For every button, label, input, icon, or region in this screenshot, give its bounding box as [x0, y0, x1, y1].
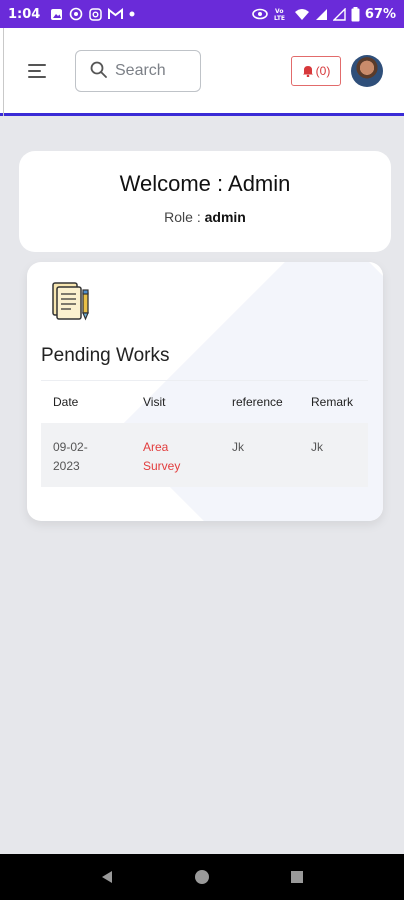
battery-percent: 67% — [364, 6, 396, 22]
menu-icon-line — [28, 70, 41, 72]
app-header: Search (0) — [0, 28, 404, 116]
home-icon — [194, 870, 209, 884]
table-header: Date Visit reference Remark — [41, 380, 368, 423]
welcome-title: Welcome : Admin — [119, 171, 291, 196]
search-icon — [90, 61, 107, 82]
status-time: 1:04 — [8, 6, 41, 22]
menu-icon — [28, 64, 46, 66]
column-header-reference: reference — [232, 395, 283, 409]
cell-date: 09-02- 2023 — [53, 440, 88, 473]
back-button[interactable] — [92, 862, 122, 892]
pending-works-table: Date Visit reference Remark 09-02- 2023 … — [41, 380, 368, 487]
menu-button[interactable] — [28, 62, 50, 80]
signal-2-icon — [332, 7, 346, 21]
column-header-remark: Remark — [311, 395, 354, 409]
table-row[interactable]: 09-02- 2023 Area Survey Jk Jk — [41, 423, 368, 487]
more-notifications-dot-icon — [129, 11, 135, 17]
recents-button[interactable] — [282, 862, 312, 892]
wifi-icon — [294, 8, 310, 21]
gmail-icon — [108, 8, 124, 20]
home-button[interactable] — [187, 862, 217, 892]
data-saver-icon — [252, 8, 268, 20]
search-input[interactable]: Search — [75, 50, 201, 92]
column-header-date: Date — [53, 395, 79, 409]
welcome-card: Welcome : Admin Role : admin — [19, 151, 391, 252]
column-header-visit: Visit — [143, 395, 166, 409]
battery-icon — [351, 6, 360, 22]
svg-text:Vo: Vo — [275, 8, 283, 15]
notifications-button[interactable]: (0) — [291, 56, 341, 86]
volte-icon: Vo LTE — [273, 6, 289, 22]
status-bar: 1:04 Vo LTE 67% — [0, 0, 404, 28]
role-value: admin — [204, 209, 246, 225]
navigation-bar — [0, 854, 404, 900]
back-icon — [102, 871, 113, 883]
svg-text:LTE: LTE — [274, 15, 285, 22]
divider — [3, 28, 4, 116]
bell-icon — [302, 62, 314, 81]
pending-works-title: Pending Works — [41, 345, 170, 366]
notifications-count: (0) — [315, 64, 331, 78]
pending-works-card: Pending Works Date Visit reference Remar… — [27, 262, 383, 521]
menu-icon-line — [28, 76, 46, 78]
cell-reference: Jk — [232, 440, 244, 454]
cell-remark: Jk — [311, 440, 323, 454]
whatsapp-icon — [69, 7, 83, 21]
search-placeholder: Search — [115, 62, 166, 79]
role-line: Role : admin — [19, 209, 391, 225]
instagram-icon — [89, 7, 103, 21]
role-label: Role : — [164, 209, 205, 225]
gallery-icon — [50, 8, 63, 21]
document-pen-icon — [49, 279, 93, 323]
cell-visit[interactable]: Area Survey — [131, 438, 220, 487]
recents-icon — [290, 871, 303, 883]
avatar[interactable] — [351, 55, 383, 87]
signal-icon — [315, 8, 328, 21]
